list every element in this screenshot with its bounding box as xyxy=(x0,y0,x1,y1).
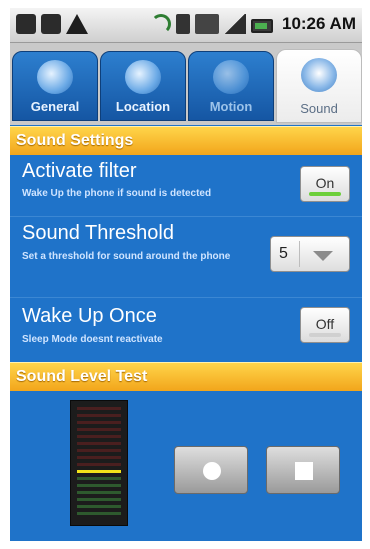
meter-segment xyxy=(77,498,121,501)
motion-tab-icon xyxy=(213,60,249,94)
record-icon xyxy=(203,462,221,480)
row-title: Sound Threshold xyxy=(22,222,174,244)
stop-icon xyxy=(295,462,313,480)
tab-location[interactable]: Location xyxy=(100,51,186,121)
sound-threshold-row[interactable]: Sound Threshold Set a threshold for soun… xyxy=(10,218,362,294)
tab-bar: General Location Motion Sound xyxy=(10,43,362,125)
spinner-divider xyxy=(299,241,300,267)
tab-motion[interactable]: Motion xyxy=(188,51,274,121)
tab-sound[interactable]: Sound xyxy=(276,49,362,123)
row-subtitle: Sleep Mode doesnt reactivate xyxy=(22,334,163,345)
sound-level-meter xyxy=(70,400,128,526)
tab-label: General xyxy=(30,99,80,114)
record-button[interactable] xyxy=(174,446,248,494)
row-title: Activate filter xyxy=(22,160,137,182)
activate-filter-row[interactable]: Activate filter Wake Up the phone if sou… xyxy=(10,156,362,214)
row-subtitle: Wake Up the phone if sound is detected xyxy=(22,188,212,199)
sound-tab-icon xyxy=(301,58,337,92)
divider xyxy=(10,297,362,298)
section-header-sound-level-test: Sound Level Test xyxy=(10,362,362,391)
spinner-value: 5 xyxy=(279,245,288,262)
meter-segment xyxy=(77,449,121,452)
toggle-label: Off xyxy=(315,316,335,332)
row-subtitle: Set a threshold for sound around the pho… xyxy=(22,251,231,262)
status-clock: 10:26 AM xyxy=(281,14,356,33)
voicemail-icon xyxy=(16,14,36,34)
section-title: Sound Level Test xyxy=(16,368,148,385)
mute-icon xyxy=(194,14,219,34)
meter-segment xyxy=(77,463,121,466)
toggle-label: On xyxy=(315,175,335,191)
gps-icon xyxy=(150,14,171,34)
signal-icon xyxy=(223,14,246,34)
meter-segment xyxy=(77,414,121,417)
sound-threshold-spinner[interactable]: 5 xyxy=(270,236,350,272)
wake-up-once-row[interactable]: Wake Up Once Sleep Mode doesnt reactivat… xyxy=(10,301,362,359)
stop-button[interactable] xyxy=(266,446,340,494)
meter-segment xyxy=(77,470,121,473)
meter-segment xyxy=(77,456,121,459)
tab-general[interactable]: General xyxy=(12,51,98,121)
chevron-down-icon xyxy=(313,251,333,261)
status-bar: 10:26 AM xyxy=(10,8,362,43)
toggle-indicator xyxy=(309,192,341,196)
meter-segment xyxy=(77,442,121,445)
divider xyxy=(10,216,362,217)
meter-segment xyxy=(77,428,121,431)
section-title: Sound Settings xyxy=(16,132,134,149)
meter-segment xyxy=(77,407,121,410)
warning-icon xyxy=(66,14,88,34)
tab-label: Sound xyxy=(300,101,338,116)
meter-segment xyxy=(77,484,121,487)
tab-label: Motion xyxy=(209,99,253,114)
activate-filter-toggle[interactable]: On xyxy=(300,166,350,202)
meter-segment xyxy=(77,512,121,515)
general-tab-icon xyxy=(37,60,73,94)
meter-segment xyxy=(77,477,121,480)
vibrate-icon xyxy=(175,14,190,34)
meter-segment xyxy=(77,505,121,508)
wake-up-once-toggle[interactable]: Off xyxy=(300,307,350,343)
usb-icon xyxy=(41,14,61,34)
meter-segment xyxy=(77,435,121,438)
toggle-indicator xyxy=(309,333,341,337)
location-tab-icon xyxy=(125,60,161,94)
battery-icon xyxy=(250,18,273,33)
tab-label: Location xyxy=(115,99,171,114)
section-header-sound-settings: Sound Settings xyxy=(10,126,362,155)
app-screen: 10:26 AM General Location Motion Sound S… xyxy=(10,8,362,541)
meter-segment xyxy=(77,421,121,424)
row-title: Wake Up Once xyxy=(22,305,157,327)
meter-segment xyxy=(77,491,121,494)
